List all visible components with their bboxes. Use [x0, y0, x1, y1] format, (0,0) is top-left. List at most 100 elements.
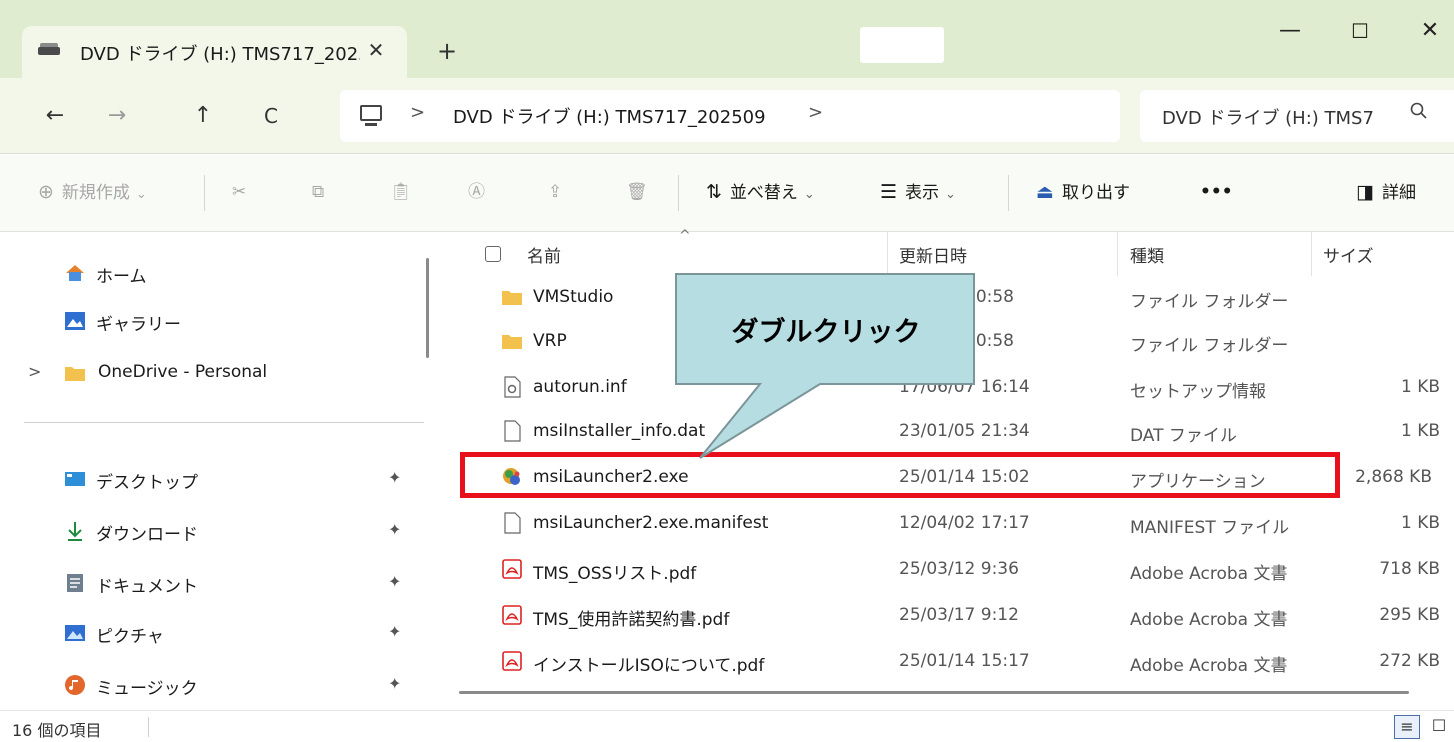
- tiles-view-icon: ☐: [1431, 716, 1447, 735]
- nav-item-desktop[interactable]: デスクトップ ✦: [0, 462, 420, 498]
- minimize-button[interactable]: —: [1270, 16, 1310, 46]
- tab-close-button[interactable]: ✕: [362, 36, 390, 64]
- copy-button[interactable]: ⧉: [312, 177, 324, 207]
- file-size: 295 KB: [1379, 605, 1440, 625]
- nav-label: OneDrive - Personal: [98, 362, 268, 382]
- column-header-size[interactable]: サイズ: [1323, 242, 1374, 267]
- sort-icon: ⇅: [706, 181, 722, 203]
- file-row[interactable]: msiLauncher2.exe.manifest 12/04/02 17:17…: [445, 502, 1454, 546]
- sort-button[interactable]: ⇅ 並べ替え ⌄: [706, 177, 815, 207]
- copy-icon: ⧉: [312, 182, 325, 202]
- pin-icon[interactable]: ✦: [388, 674, 401, 693]
- details-pane-icon: ◨: [1356, 181, 1374, 203]
- expand-chevron-icon[interactable]: >: [28, 362, 41, 381]
- column-header-type[interactable]: 種類: [1130, 242, 1164, 267]
- breadcrumb-path[interactable]: DVD ドライブ (H:) TMS717_202509: [453, 103, 766, 129]
- details-view-button[interactable]: ≡: [1394, 715, 1420, 739]
- column-divider[interactable]: [887, 232, 888, 276]
- close-window-button[interactable]: ✕: [1410, 16, 1450, 46]
- file-row[interactable]: インストールISOについて.pdf 25/01/14 15:17 Adobe A…: [445, 640, 1454, 684]
- command-bar: ⊕ 新規作成 ⌄ ✂ ⧉ 📋︎ Ⓐ ⇪ 🗑︎ ⇅ 並べ替え ⌄ ☰ 表示 ⌄ ⏏ 取り出す •…: [0, 155, 1454, 232]
- file-name: VMStudio: [533, 287, 614, 307]
- view-label: 表示: [905, 183, 940, 203]
- nav-label: ピクチャ: [96, 627, 164, 647]
- delete-button[interactable]: 🗑︎: [626, 177, 648, 207]
- file-type: セットアップ情報: [1130, 382, 1266, 402]
- eject-label: 取り出す: [1061, 183, 1130, 203]
- file-name: msiLauncher2.exe.manifest: [533, 513, 769, 533]
- file-icon: [501, 512, 523, 534]
- back-button[interactable]: ←: [38, 98, 72, 134]
- file-row[interactable]: TMS_使用許諾契約書.pdf 25/03/17 9:12 Adobe Acro…: [445, 594, 1454, 638]
- tiles-view-button[interactable]: ☐: [1426, 715, 1452, 739]
- file-date: 25/03/12 9:36: [899, 559, 1019, 579]
- rename-icon: Ⓐ: [468, 182, 485, 202]
- breadcrumb-chevron[interactable]: >: [808, 102, 823, 123]
- new-tab-button[interactable]: +: [432, 36, 462, 66]
- search-input[interactable]: DVD ドライブ (H:) TMS7: [1140, 90, 1454, 142]
- gallery-icon: [64, 310, 86, 332]
- column-header-row: 名前 ^ 更新日時 種類 サイズ: [445, 228, 1454, 276]
- select-all-checkbox[interactable]: [485, 246, 501, 262]
- details-pane-button[interactable]: ◨ 詳細: [1356, 177, 1416, 207]
- sort-label: 並べ替え: [729, 183, 798, 203]
- eject-icon: ⏏: [1036, 181, 1054, 203]
- details-view-icon: ≡: [1400, 717, 1414, 736]
- divider: [678, 175, 679, 211]
- file-row[interactable]: msiInstaller_info.dat 23/01/05 21:34 DAT…: [445, 410, 1454, 454]
- up-button[interactable]: ↑: [186, 98, 220, 134]
- trash-icon: 🗑︎: [626, 182, 648, 202]
- nav-item-gallery[interactable]: ギャラリー: [0, 304, 420, 340]
- horizontal-scrollbar[interactable]: [459, 691, 1409, 694]
- pdf-icon: [501, 650, 523, 672]
- nav-item-documents[interactable]: ドキュメント ✦: [0, 566, 420, 602]
- nav-item-home[interactable]: ホーム: [0, 256, 420, 292]
- home-icon: [64, 262, 86, 284]
- file-name: autorun.inf: [533, 377, 627, 397]
- callout-text: ダブルクリック: [731, 316, 921, 348]
- eject-button[interactable]: ⏏ 取り出す: [1036, 177, 1130, 207]
- document-icon: [64, 572, 86, 594]
- address-field[interactable]: > DVD ドライブ (H:) TMS717_202509 >: [340, 90, 1120, 142]
- nav-scrollbar[interactable]: [426, 258, 429, 358]
- cut-button[interactable]: ✂: [232, 177, 246, 207]
- pin-icon[interactable]: ✦: [388, 622, 401, 641]
- plus-circle-icon: ⊕: [38, 181, 54, 203]
- file-size: 1 KB: [1400, 377, 1440, 397]
- nav-label: ドキュメント: [96, 577, 198, 597]
- address-toolbar: ← → ↑ C > DVD ドライブ (H:) TMS717_202509 > …: [0, 78, 1454, 154]
- column-header-name[interactable]: 名前: [527, 242, 561, 267]
- refresh-button[interactable]: C: [254, 98, 288, 134]
- share-button[interactable]: ⇪: [548, 177, 562, 207]
- pin-icon[interactable]: ✦: [388, 468, 401, 487]
- pin-icon[interactable]: ✦: [388, 572, 401, 591]
- file-name: TMS_OSSリスト.pdf: [533, 564, 697, 584]
- view-button[interactable]: ☰ 表示 ⌄: [880, 177, 956, 207]
- file-type: Adobe Acroba 文書: [1130, 564, 1288, 584]
- tab-dvd-drive[interactable]: DVD ドライブ (H:) TMS717_2025( ✕: [22, 26, 407, 78]
- rename-button[interactable]: Ⓐ: [468, 177, 485, 207]
- maximize-button[interactable]: ☐: [1340, 16, 1380, 46]
- forward-button[interactable]: →: [100, 98, 134, 134]
- share-icon: ⇪: [548, 182, 563, 202]
- paste-button[interactable]: 📋︎: [390, 177, 412, 207]
- more-options-button[interactable]: •••: [1200, 177, 1233, 207]
- nav-item-pictures[interactable]: ピクチャ ✦: [0, 616, 420, 652]
- file-date: 25/03/17 9:12: [899, 605, 1019, 625]
- column-header-date[interactable]: 更新日時: [899, 242, 967, 267]
- highlight-box: [460, 452, 1340, 498]
- file-name: インストールISOについて.pdf: [533, 656, 765, 676]
- file-type: DAT ファイル: [1130, 426, 1237, 446]
- nav-item-music[interactable]: ミュージック ✦: [0, 668, 420, 704]
- pin-icon[interactable]: ✦: [388, 520, 401, 539]
- new-button[interactable]: ⊕ 新規作成 ⌄: [38, 177, 147, 207]
- column-divider[interactable]: [1117, 232, 1118, 276]
- column-divider[interactable]: [1311, 232, 1312, 276]
- file-row[interactable]: TMS_OSSリスト.pdf 25/03/12 9:36 Adobe Acrob…: [445, 548, 1454, 592]
- nav-item-downloads[interactable]: ダウンロード ✦: [0, 514, 420, 550]
- pdf-icon: [501, 604, 523, 626]
- file-icon: [501, 420, 523, 442]
- file-date: 12/04/02 17:17: [899, 513, 1030, 533]
- nav-item-onedrive[interactable]: > OneDrive - Personal: [0, 356, 420, 392]
- details-label: 詳細: [1381, 183, 1416, 203]
